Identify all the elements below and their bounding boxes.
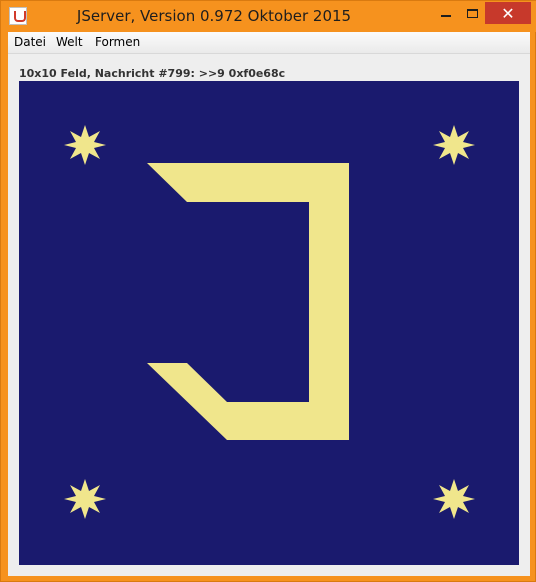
close-icon: ✕ — [501, 3, 515, 23]
menu-formen[interactable]: Formen — [95, 35, 140, 49]
minimize-icon — [441, 15, 451, 17]
star-icon — [433, 125, 475, 165]
application-window: JServer, Version 0.972 Oktober 2015 ✕ Da… — [0, 0, 536, 582]
letter-j-gap — [287, 202, 291, 402]
title-bar[interactable]: JServer, Version 0.972 Oktober 2015 ✕ — [1, 1, 536, 32]
close-button[interactable]: ✕ — [485, 2, 531, 24]
letter-j-shape — [147, 163, 349, 440]
menu-welt[interactable]: Welt — [56, 35, 83, 49]
java-app-icon[interactable] — [9, 7, 27, 25]
window-title: JServer, Version 0.972 Oktober 2015 — [76, 7, 352, 25]
client-area: Datei Welt Formen 10x10 Feld, Nachricht … — [8, 32, 530, 576]
board-canvas[interactable] — [19, 81, 519, 565]
star-icon — [433, 479, 475, 519]
status-message: 10x10 Feld, Nachricht #799: >>9 0xf0e68c — [19, 67, 286, 80]
menu-bar: Datei Welt Formen — [8, 32, 530, 54]
maximize-button[interactable] — [459, 2, 485, 24]
board-drawing — [64, 125, 475, 519]
star-icon — [64, 125, 106, 165]
star-icon — [64, 479, 106, 519]
menu-datei[interactable]: Datei — [14, 35, 46, 49]
maximize-icon — [466, 8, 478, 18]
minimize-button[interactable] — [433, 2, 459, 24]
